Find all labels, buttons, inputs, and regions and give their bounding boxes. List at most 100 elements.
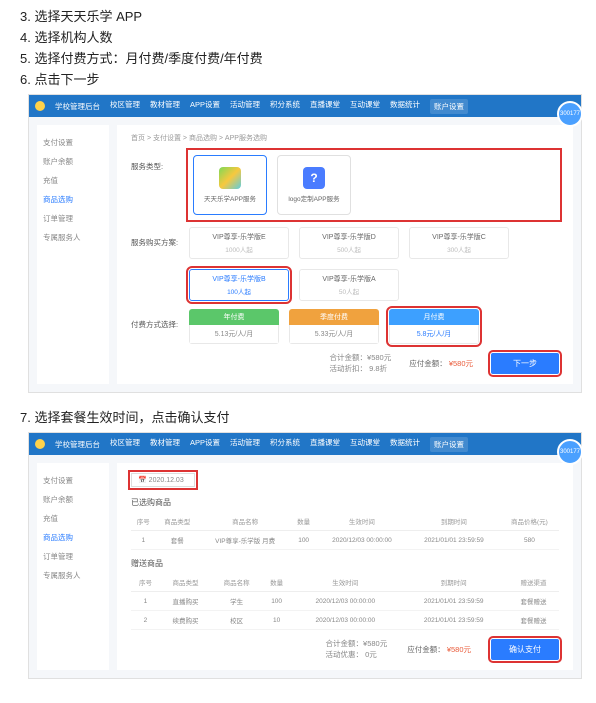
brand-title: 学校管理后台	[55, 101, 100, 112]
plan-b-name: VIP尊享-乐学版B	[190, 274, 288, 284]
sidebar-2: 支付设置 账户余额 充值 商品选购 订单管理 专属服务人	[37, 463, 109, 670]
plan-e-sub: 1000人起	[190, 244, 288, 254]
topbar: 学校管理后台 校区管理 教材管理 APP设置 活动管理 积分系统 直播课堂 互动…	[29, 95, 581, 117]
section-gift-title: 赠送商品	[131, 558, 559, 569]
plan-c[interactable]: VIP尊享-乐学版C300人起	[409, 227, 509, 259]
nav-account[interactable]: 账户设置	[430, 99, 468, 114]
th1-4: 生效时间	[316, 512, 408, 531]
side2-pay[interactable]: 支付设置	[43, 471, 103, 490]
plan-b[interactable]: VIP尊享-乐学版B100人起	[189, 269, 289, 301]
service-ttlx[interactable]: 天天乐学APP服务	[193, 155, 267, 215]
c1-0: 1	[131, 531, 156, 550]
label-service-type: 服务类型:	[131, 151, 189, 172]
nav-textbook[interactable]: 教材管理	[150, 99, 180, 114]
side-agent[interactable]: 专属服务人	[43, 228, 103, 247]
pay-options: 年付费5.13元/人/月 季度付费5.33元/人/月 月付费5.8元/人/月	[189, 309, 559, 344]
plan-a-name: VIP尊享-乐学版A	[300, 274, 398, 284]
nav2-interact[interactable]: 互动课堂	[350, 437, 380, 452]
screenshot-1: 学校管理后台 校区管理 教材管理 APP设置 活动管理 积分系统 直播课堂 互动…	[28, 94, 582, 393]
pay-month-hd: 月付费	[389, 309, 479, 325]
calendar-icon: 📅	[138, 477, 147, 484]
nav2-live[interactable]: 直播课堂	[310, 437, 340, 452]
brand-title-2: 学校管理后台	[55, 439, 100, 450]
total-calc-1: 合计金额：¥580元	[330, 352, 392, 363]
th1-1: 商品类型	[156, 512, 199, 531]
side-pay[interactable]: 支付设置	[43, 133, 103, 152]
side-balance[interactable]: 账户余额	[43, 152, 103, 171]
g1-4: 2020/12/03 00:00:00	[291, 592, 399, 611]
avatar-2[interactable]: 300177	[557, 439, 583, 465]
th2-0: 序号	[131, 573, 160, 592]
nav-campus[interactable]: 校区管理	[110, 99, 140, 114]
c1-4: 2020/12/03 00:00:00	[316, 531, 408, 550]
nav2-textbook[interactable]: 教材管理	[150, 437, 180, 452]
nav2-points[interactable]: 积分系统	[270, 437, 300, 452]
nav2-activity[interactable]: 活动管理	[230, 437, 260, 452]
c1-1: 套餐	[156, 531, 199, 550]
avatar[interactable]: 300177	[557, 101, 583, 127]
pay-year-hd: 年付费	[189, 309, 279, 325]
nav-interact[interactable]: 互动课堂	[350, 99, 380, 114]
nav-activity[interactable]: 活动管理	[230, 99, 260, 114]
label-pay-mode: 付费方式选择:	[131, 309, 189, 330]
side2-agent[interactable]: 专属服务人	[43, 566, 103, 585]
c1-3: 100	[291, 531, 316, 550]
plan-options: VIP尊享-乐学版E 1000人起 VIP尊享-乐学版D500人起 VIP尊享-乐…	[189, 227, 559, 301]
plan-d[interactable]: VIP尊享-乐学版D500人起	[299, 227, 399, 259]
nav2-account[interactable]: 账户设置	[430, 437, 468, 452]
th1-6: 商品价格(元)	[500, 512, 559, 531]
plan-d-sub: 500人起	[300, 244, 398, 254]
c1-2: VIP尊享-乐学版 月费	[199, 531, 291, 550]
instruction-3: 3. 选择天天乐学 APP	[36, 6, 586, 25]
th2-2: 商品名称	[211, 573, 262, 592]
plan-e[interactable]: VIP尊享-乐学版E 1000人起	[189, 227, 289, 259]
side2-balance[interactable]: 账户余额	[43, 490, 103, 509]
table-row: 2 续费购买 校区 10 2020/12/03 00:00:00 2021/01…	[131, 611, 559, 630]
side-orders[interactable]: 订单管理	[43, 209, 103, 228]
pay-year[interactable]: 年付费5.13元/人/月	[189, 309, 279, 344]
c1-5: 2021/01/01 23:59:59	[408, 531, 500, 550]
main-panel: 首页 > 支付设置 > 商品选购 > APP服务选购 服务类型: 天天乐学APP…	[117, 125, 573, 384]
sidebar: 支付设置 账户余额 充值 商品选购 订单管理 专属服务人	[37, 125, 109, 384]
total-pay-value: ¥580元	[449, 359, 473, 368]
next-button[interactable]: 下一步	[491, 353, 559, 374]
plan-a[interactable]: VIP尊享-乐学版A50人起	[299, 269, 399, 301]
g2-0: 2	[131, 611, 160, 630]
nav2-stats[interactable]: 数据统计	[390, 437, 420, 452]
nav2-campus[interactable]: 校区管理	[110, 437, 140, 452]
c1-6: 580	[500, 531, 559, 550]
ttlx-icon	[219, 167, 241, 189]
th1-5: 到期时间	[408, 512, 500, 531]
th1-2: 商品名称	[199, 512, 291, 531]
side-shop[interactable]: 商品选购	[43, 190, 103, 209]
pay-quarter[interactable]: 季度付费5.33元/人/月	[289, 309, 379, 344]
side2-shop[interactable]: 商品选购	[43, 528, 103, 547]
pay-month[interactable]: 月付费5.8元/人/月	[389, 309, 479, 344]
th1-3: 数量	[291, 512, 316, 531]
confirm-pay-button[interactable]: 确认支付	[491, 639, 559, 660]
date-picker[interactable]: 📅 2020.12.03	[131, 473, 195, 487]
nav-app[interactable]: APP设置	[190, 99, 220, 114]
foot-pay-value: ¥580元	[447, 645, 471, 654]
nav-live[interactable]: 直播课堂	[310, 99, 340, 114]
plan-c-name: VIP尊享-乐学版C	[410, 232, 508, 242]
nav2-app[interactable]: APP设置	[190, 437, 220, 452]
service-logo[interactable]: ? logo定制APP服务	[277, 155, 351, 215]
g1-6: 套餐赠送	[508, 592, 559, 611]
pay-quarter-bd: 5.33元/人/月	[289, 325, 379, 344]
total-pay-label: 应付金额：	[409, 359, 447, 368]
g1-3: 100	[262, 592, 291, 611]
top-navs-2: 校区管理 教材管理 APP设置 活动管理 积分系统 直播课堂 互动课堂 数据统计…	[110, 437, 575, 452]
nav-points[interactable]: 积分系统	[270, 99, 300, 114]
side2-orders[interactable]: 订单管理	[43, 547, 103, 566]
side2-recharge[interactable]: 充值	[43, 509, 103, 528]
side-recharge[interactable]: 充值	[43, 171, 103, 190]
foot-calc-1: 合计金额：¥580元	[326, 638, 388, 649]
screenshot-2: 学校管理后台 校区管理 教材管理 APP设置 活动管理 积分系统 直播课堂 互动…	[28, 432, 582, 679]
g2-1: 续费购买	[160, 611, 211, 630]
plan-e-name: VIP尊享-乐学版E	[190, 232, 288, 242]
instruction-4: 4. 选择机构人数	[36, 27, 586, 46]
nav-stats[interactable]: 数据统计	[390, 99, 420, 114]
th2-6: 赠送渠道	[508, 573, 559, 592]
instruction-6: 6. 点击下一步	[36, 69, 586, 88]
